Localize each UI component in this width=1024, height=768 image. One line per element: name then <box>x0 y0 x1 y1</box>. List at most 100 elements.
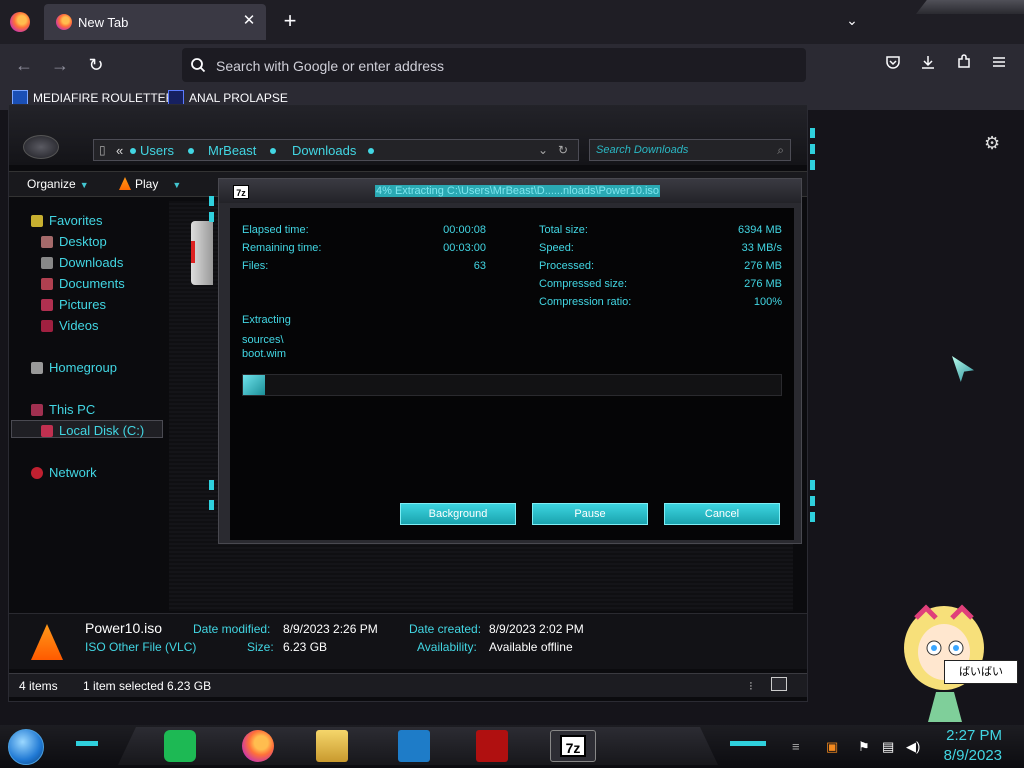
remaining-time-label: Remaining time: <box>242 242 322 254</box>
status-bar: 4 items 1 item selected 6.23 GB ⁝ <box>9 673 807 697</box>
nav-pictures[interactable]: Pictures <box>59 297 106 312</box>
taskbar: 7z ≡ ▣ ⚑ ▤ ◀) 2:27 PM 8/9/2023 <box>0 725 1024 768</box>
tray-app-icon[interactable]: ▣ <box>826 739 838 755</box>
pocket-icon[interactable] <box>882 54 904 76</box>
breadcrumb-separator <box>270 148 276 154</box>
vlc-icon <box>119 177 131 190</box>
nav-downloads[interactable]: Downloads <box>59 255 123 270</box>
current-path: sources\ <box>242 334 284 346</box>
file-explorer-icon[interactable] <box>316 730 348 762</box>
frame-accent <box>209 212 214 222</box>
reload-button[interactable]: ↻ <box>84 53 108 77</box>
elapsed-time-value: 00:00:08 <box>443 224 486 236</box>
nav-desktop[interactable]: Desktop <box>59 234 107 249</box>
processed-label: Processed: <box>539 260 595 272</box>
spotify-icon[interactable] <box>164 730 196 762</box>
file-type: ISO Other File (VLC) <box>85 640 197 654</box>
window-decoration <box>916 0 1024 14</box>
network-icon <box>31 467 43 479</box>
chevron-down-icon: ▼ <box>79 180 89 190</box>
nav-local-disk[interactable]: Local Disk (C:) <box>59 423 144 438</box>
speed-label: Speed: <box>539 242 574 254</box>
breadcrumb-separator <box>130 148 136 154</box>
nav-network[interactable]: Network <box>49 465 97 480</box>
remote-icon[interactable] <box>398 730 430 762</box>
network-tray-icon[interactable]: ▤ <box>882 739 894 755</box>
dialog-title: 4% Extracting C:\Users\MrBeast\D......nl… <box>375 185 661 197</box>
forward-button[interactable]: → <box>48 53 72 77</box>
search-icon: ⌕ <box>777 143 784 157</box>
organize-button[interactable]: Organize ▼ <box>27 177 89 191</box>
frame-accent <box>810 496 815 506</box>
compressed-size-value: 276 MB <box>744 278 782 290</box>
details-view-icon[interactable]: ⁝ <box>749 679 753 693</box>
search-downloads-input[interactable]: Search Downloads ⌕ <box>589 139 791 161</box>
organize-label: Organize <box>27 177 76 191</box>
gear-icon[interactable]: ⚙ <box>984 134 1002 152</box>
large-icons-view-icon[interactable] <box>771 677 787 691</box>
frame-accent <box>810 480 815 490</box>
volume-icon[interactable]: ◀) <box>906 739 920 755</box>
item-count: 4 items <box>19 679 58 693</box>
speed-value: 33 MB/s <box>741 242 782 254</box>
download-icon[interactable] <box>917 54 939 76</box>
breadcrumb-mrbeast[interactable]: MrBeast <box>208 143 256 158</box>
search-placeholder: Search Downloads <box>596 144 689 156</box>
pause-button[interactable]: Pause <box>532 503 648 525</box>
start-button[interactable] <box>8 729 44 765</box>
dialog-title-bar[interactable]: 7z 4% Extracting C:\Users\MrBeast\D.....… <box>219 179 801 203</box>
menu-icon[interactable] <box>988 54 1010 76</box>
breadcrumb-overflow[interactable]: « <box>116 143 123 158</box>
tab-list-chevron-icon[interactable]: ⌄ <box>842 12 862 32</box>
star-icon <box>31 215 43 227</box>
elapsed-time-label: Elapsed time: <box>242 224 309 236</box>
clock-date[interactable]: 8/9/2023 <box>944 747 1002 764</box>
refresh-icon[interactable]: ↻ <box>558 143 568 157</box>
flag-icon[interactable]: ⚑ <box>858 739 870 755</box>
tab-new-tab[interactable]: New Tab ✕ <box>44 4 266 40</box>
compressed-size-label: Compressed size: <box>539 278 628 290</box>
extensions-icon[interactable] <box>953 54 975 76</box>
file-thumbnail[interactable] <box>191 221 213 285</box>
pictures-icon <box>41 299 53 311</box>
clock-time[interactable]: 2:27 PM <box>946 727 1002 744</box>
new-tab-button[interactable]: + <box>278 10 302 34</box>
breadcrumb-downloads[interactable]: Downloads <box>292 143 356 158</box>
date-modified-label: Date modified: <box>193 622 271 636</box>
url-bar[interactable]: Search with Google or enter address <box>182 48 806 82</box>
nav-videos[interactable]: Videos <box>59 318 99 333</box>
nav-this-pc[interactable]: This PC <box>49 402 95 417</box>
breadcrumb-users[interactable]: Users <box>140 143 174 158</box>
cancel-button[interactable]: Cancel <box>664 503 780 525</box>
frame-accent <box>209 480 214 490</box>
current-file: boot.wim <box>242 348 287 360</box>
play-label: Play <box>135 177 159 191</box>
nav-documents[interactable]: Documents <box>59 276 125 291</box>
speech-bubble: ばいばい <box>944 660 1018 684</box>
compression-ratio-value: 100% <box>753 296 782 308</box>
play-button[interactable]: Play ▼ <box>119 177 181 191</box>
address-bar[interactable]: ▯ « Users MrBeast Downloads ⌄ ↻ <box>93 139 579 161</box>
search-icon <box>191 58 206 73</box>
nav-homegroup[interactable]: Homegroup <box>49 360 117 375</box>
homegroup-icon <box>31 362 43 374</box>
dialog-body: Elapsed time: 00:00:08 Remaining time: 0… <box>230 208 794 540</box>
chevron-down-icon[interactable]: ⌄ <box>538 143 548 157</box>
remaining-time-value: 00:03:00 <box>443 242 486 254</box>
navigation-pane: Favorites Desktop Downloads Documents Pi… <box>9 201 169 611</box>
details-pane: Power10.iso ISO Other File (VLC) Date mo… <box>9 613 807 669</box>
availability-value: Available offline <box>489 640 573 654</box>
flash-icon[interactable] <box>476 730 508 762</box>
tray-overflow-icon[interactable]: ≡ <box>792 739 800 754</box>
7zip-icon: 7z <box>233 185 249 199</box>
back-button[interactable]: ← <box>12 53 36 77</box>
7zip-icon[interactable]: 7z <box>550 730 596 762</box>
size-value: 6.23 GB <box>283 640 328 654</box>
bookmark-label: ANAL PROLAPSE <box>189 91 288 105</box>
background-button[interactable]: Background <box>400 503 516 525</box>
close-tab-icon[interactable]: ✕ <box>240 12 258 30</box>
files-label: Files: <box>242 260 269 272</box>
operation-status: Extracting <box>242 314 291 326</box>
firefox-icon[interactable] <box>242 730 274 762</box>
nav-favorites[interactable]: Favorites <box>49 213 102 228</box>
